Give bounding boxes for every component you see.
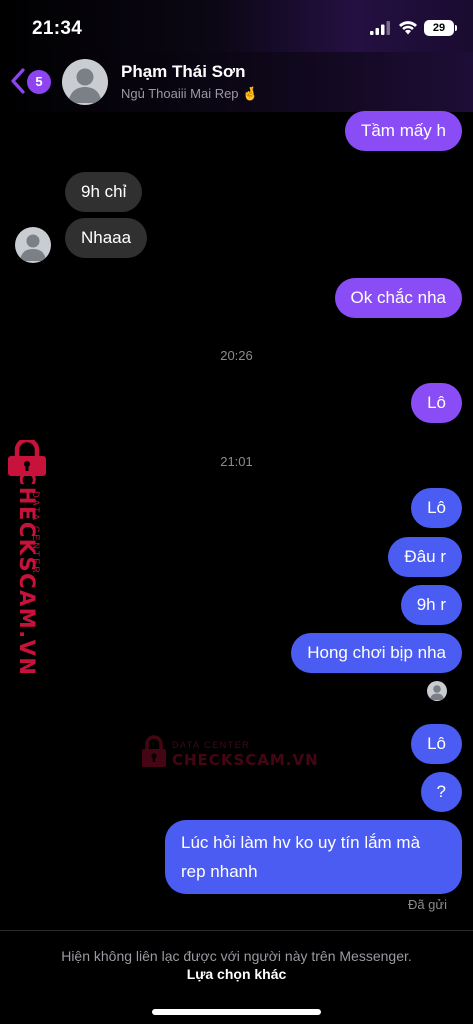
checkscam-watermark: DATA CENTER CHECKSCAM.VN [5, 440, 51, 677]
signal-icon [370, 21, 390, 35]
watermark-brand: CHECKSCAM.VN [172, 751, 319, 769]
delivery-status: Đã gửi [407, 897, 447, 912]
message-bubble-outgoing[interactable]: Ok chắc nha [334, 278, 462, 318]
message-bubble-outgoing[interactable]: Lô [411, 488, 462, 528]
message-bubble-incoming[interactable]: 9h chỉ [65, 172, 143, 212]
avatar-icon [68, 68, 102, 103]
status-bar: 21:34 29 [0, 0, 473, 52]
timestamp-separator: 20:26 [220, 348, 253, 363]
message-bubble-outgoing[interactable]: Lúc hỏi làm hv ko uy tín lắm mà rep nhan… [165, 820, 462, 894]
contact-avatar[interactable] [62, 59, 108, 105]
contact-name[interactable]: Phạm Thái Sơn [121, 62, 246, 82]
other-options-link[interactable]: Lựa chọn khác [0, 966, 473, 982]
contact-status: Ngủ Thoaiii Mai Rep 🤞 [121, 86, 259, 101]
message-bubble-outgoing[interactable]: Lô [411, 383, 462, 423]
unread-count-badge[interactable]: 5 [27, 70, 51, 94]
message-bubble-outgoing[interactable]: Tầm mấy h [344, 111, 462, 151]
conversation-header: 5 Phạm Thái Sơn Ngủ Thoaiii Mai Rep 🤞 [0, 52, 473, 112]
message-bubble-outgoing[interactable]: Hong chơi bịp nha [291, 633, 462, 673]
sender-avatar[interactable] [15, 227, 51, 263]
avatar-icon [20, 234, 46, 261]
home-indicator[interactable] [152, 1009, 321, 1015]
seen-receipt-avatar [427, 681, 447, 701]
message-bubble-incoming[interactable]: Nhaaa [65, 218, 148, 258]
blocked-footer: Hiện không liên lạc được với người này t… [0, 930, 473, 1024]
back-chevron-icon[interactable] [8, 66, 28, 96]
status-time: 21:34 [32, 18, 83, 39]
unavailable-notice: Hiện không liên lạc được với người này t… [61, 948, 412, 964]
watermark-subtitle: DATA CENTER [172, 740, 251, 750]
message-bubble-outgoing[interactable]: Lô [411, 724, 462, 764]
message-bubble-outgoing[interactable]: ? [420, 772, 462, 812]
battery-icon: 29 [424, 20, 457, 36]
message-bubble-outgoing[interactable]: Đâu r [388, 537, 462, 577]
wifi-icon [399, 21, 417, 35]
watermark-brand: CHECKSCAM.VN [15, 470, 39, 677]
checkscam-watermark-center: DATA CENTER CHECKSCAM.VN [140, 734, 318, 774]
lock-icon [142, 735, 166, 767]
message-bubble-outgoing[interactable]: 9h r [400, 585, 462, 625]
avatar-icon [430, 685, 444, 700]
timestamp-separator: 21:01 [220, 454, 253, 469]
